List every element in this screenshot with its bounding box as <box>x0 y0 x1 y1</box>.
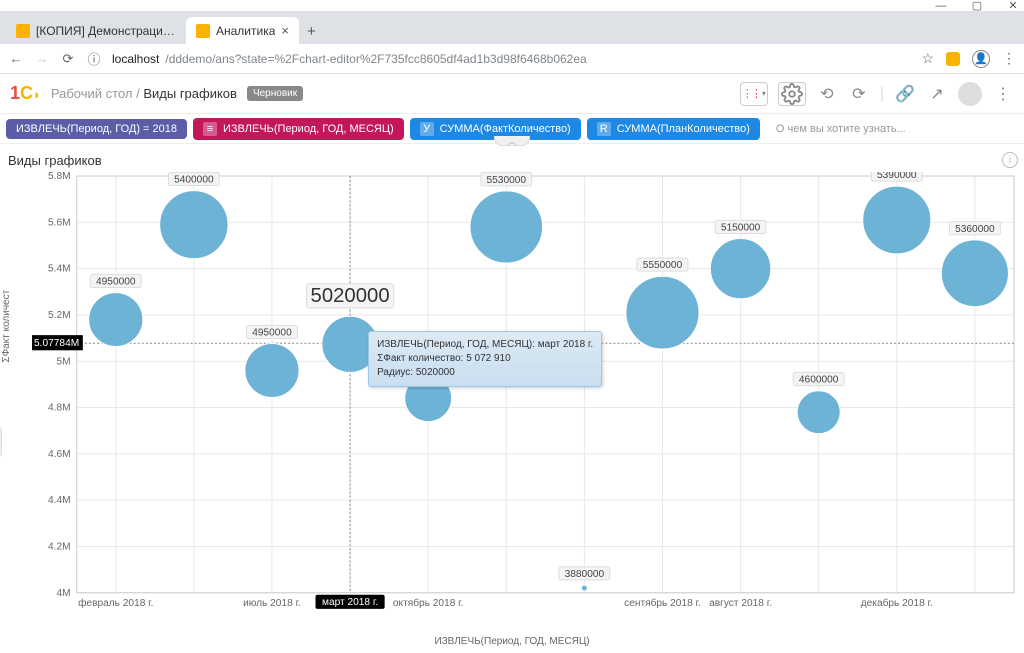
tab-favicon <box>196 24 210 38</box>
pill-icon: У <box>420 122 434 136</box>
chart-tooltip: ИЗВЛЕЧЬ(Период, ГОД, МЕСЯЦ): март 2018 г… <box>368 331 602 387</box>
app-kebab-menu[interactable]: ⋮ <box>992 83 1014 105</box>
pill-icon: ≡ <box>203 122 217 136</box>
filter-pill[interactable]: ИЗВЛЕЧЬ(Период, ГОД) = 2018 <box>6 119 187 139</box>
redo-button[interactable]: ⟳ <box>848 83 870 105</box>
svg-text:5530000: 5530000 <box>487 175 527 186</box>
svg-text:5.6M: 5.6M <box>48 217 71 228</box>
search-input[interactable]: О чем вы хотите узнать... <box>766 123 906 135</box>
tooltip-line: Радиус: 5020000 <box>377 366 593 380</box>
svg-text:5390000: 5390000 <box>877 172 917 181</box>
svg-text:4.4M: 4.4M <box>48 495 71 506</box>
svg-text:4600000: 4600000 <box>799 375 839 386</box>
breadcrumb: Рабочий стол / Виды графиков <box>51 86 237 101</box>
browser-tab[interactable]: [КОПИЯ] Демонстрационная б <box>6 18 186 44</box>
tooltip-line: ИЗВЛЕЧЬ(Период, ГОД, МЕСЯЦ): март 2018 г… <box>377 338 593 352</box>
svg-text:сентябрь 2018 г.: сентябрь 2018 г. <box>624 597 701 609</box>
info-icon[interactable]: i <box>1002 152 1018 168</box>
link-button[interactable]: 🔗 <box>894 83 916 105</box>
svg-text:декабрь 2018 г.: декабрь 2018 г. <box>861 597 933 609</box>
bookmark-icon[interactable]: ☆ <box>921 50 934 67</box>
expand-panel-button[interactable]: › <box>0 424 2 460</box>
svg-text:5.8M: 5.8M <box>48 172 71 182</box>
draft-badge: Черновик <box>247 86 303 101</box>
tooltip-line: ΣФакт количество: 5 072 910 <box>377 352 593 366</box>
svg-text:август 2018 г.: август 2018 г. <box>709 598 772 609</box>
svg-text:5.4M: 5.4M <box>48 264 71 275</box>
new-tab-button[interactable]: + <box>299 19 324 44</box>
svg-text:октябрь 2018 г.: октябрь 2018 г. <box>393 597 464 609</box>
chart-plot[interactable]: 4M 4.2M 4.4M 4.6M 4.8M 5M 5.2M 5.4M 5.6M 5.8M февр… <box>32 172 1018 615</box>
profile-icon[interactable]: 👤 <box>972 50 990 68</box>
svg-text:5150000: 5150000 <box>721 222 761 233</box>
nav-back-button[interactable]: ← <box>8 51 24 66</box>
url-path: /dddemo/ans?state=%2Fchart-editor%2F735f… <box>165 52 586 66</box>
open-external-button[interactable]: ↗ <box>926 83 948 105</box>
svg-text:4.8M: 4.8M <box>48 403 71 414</box>
tab-title: Аналитика <box>216 24 275 38</box>
svg-text:март 2018 г.: март 2018 г. <box>322 597 378 608</box>
user-avatar[interactable] <box>958 82 982 106</box>
svg-text:4950000: 4950000 <box>96 277 136 288</box>
svg-text:5.07784M: 5.07784M <box>34 338 79 349</box>
svg-text:5360000: 5360000 <box>955 224 995 235</box>
browser-tabstrip: [КОПИЯ] Демонстрационная б Аналитика × + <box>0 12 1024 44</box>
pill-icon: R <box>597 122 611 136</box>
tab-title: [КОПИЯ] Демонстрационная б <box>36 24 176 38</box>
address-bar[interactable]: localhost/dddemo/ans?state=%2Fchart-edit… <box>112 52 911 66</box>
svg-text:5400000: 5400000 <box>174 175 214 186</box>
dimension-pill[interactable]: ≡ИЗВЛЕЧЬ(Период, ГОД, МЕСЯЦ) <box>193 118 404 140</box>
svg-text:5020000: 5020000 <box>311 285 390 307</box>
collapse-panel-button[interactable]: ︿ <box>494 136 530 146</box>
chart-svg: 4M 4.2M 4.4M 4.6M 4.8M 5M 5.2M 5.4M 5.6M 5.8M февр… <box>32 172 1018 615</box>
extension-icon[interactable] <box>946 52 960 66</box>
svg-text:5M: 5M <box>57 356 71 367</box>
svg-text:февраль 2018 г.: февраль 2018 г. <box>78 597 153 609</box>
y-axis-label: ΣФакт количест <box>1 289 12 362</box>
tab-close-icon[interactable]: × <box>281 23 289 38</box>
breadcrumb-current: Виды графиков <box>143 86 237 101</box>
svg-text:5.2M: 5.2M <box>48 310 71 321</box>
chart-type-button[interactable]: ⋮⋮▾ <box>740 82 768 106</box>
chart-title: Виды графиков <box>8 153 102 168</box>
svg-text:5550000: 5550000 <box>643 260 683 271</box>
browser-toolbar: ← → ⟳ ⓘ localhost/dddemo/ans?state=%2Fch… <box>0 44 1024 74</box>
measure-pill[interactable]: RСУММА(ПланКоличество) <box>587 118 760 140</box>
settings-button[interactable] <box>778 82 806 106</box>
breadcrumb-root[interactable]: Рабочий стол / <box>51 86 140 101</box>
svg-text:3880000: 3880000 <box>565 569 605 580</box>
window-maximize-button[interactable]: ▢ <box>968 0 986 12</box>
chart-container: ︿ Виды графиков i › ΣФакт количест 4M4.2… <box>0 146 1024 651</box>
svg-text:июль 2018 г.: июль 2018 г. <box>243 598 301 609</box>
x-axis-label: ИЗВЛЕЧЬ(Период, ГОД, МЕСЯЦ) <box>434 636 589 647</box>
svg-text:4.2M: 4.2M <box>48 542 71 553</box>
window-titlebar: — ▢ ✕ <box>0 0 1024 12</box>
tab-favicon <box>16 24 30 38</box>
window-minimize-button[interactable]: — <box>932 0 950 12</box>
app-header: 1С◗ Рабочий стол / Виды графиков Чернови… <box>0 74 1024 114</box>
browser-tab[interactable]: Аналитика × <box>186 17 299 44</box>
site-info-icon[interactable]: ⓘ <box>86 49 102 68</box>
svg-text:4M: 4M <box>57 588 71 599</box>
svg-text:4.6M: 4.6M <box>48 449 71 460</box>
svg-text:4950000: 4950000 <box>252 327 292 338</box>
url-host: localhost <box>112 52 159 66</box>
nav-forward-button[interactable]: → <box>34 51 50 66</box>
browser-menu-button[interactable]: ⋮ <box>1002 50 1016 67</box>
nav-reload-button[interactable]: ⟳ <box>60 51 76 67</box>
chart-title-row: Виды графиков i <box>6 150 1018 170</box>
app-logo[interactable]: 1С◗ <box>10 83 41 104</box>
window-close-button[interactable]: ✕ <box>1004 0 1022 12</box>
undo-button[interactable]: ⟲ <box>816 83 838 105</box>
